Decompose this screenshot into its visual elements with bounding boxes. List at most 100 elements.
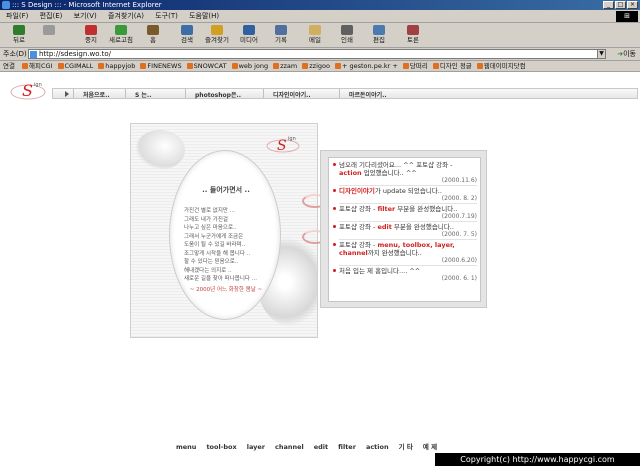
address-bar: 주소(D) http://sdesign.wo.to/ ▼ ➔이동 [0, 48, 640, 61]
go-button[interactable]: ➔이동 [617, 48, 636, 60]
toolbar-button-6[interactable]: 즐겨찾기 [202, 25, 232, 47]
toolbar-button-7[interactable]: 미디어 [234, 25, 264, 47]
news-text-rest: 까지 완성했습니다.. [367, 249, 422, 257]
nav-item-photoshop[interactable]: photoshop은.. [195, 90, 241, 99]
stop-icon [85, 25, 97, 35]
link-page-icon [302, 63, 309, 69]
intro-line: 그래서 누군가에게 조금은 [184, 233, 244, 240]
link-item[interactable]: 디자인 정글 [432, 61, 472, 71]
menu-file[interactable]: 파일(F) [6, 12, 28, 20]
footer-menu-item[interactable]: action [366, 443, 389, 451]
link-page-icon [334, 63, 341, 69]
toolbar-button-label: 미디어 [240, 36, 258, 44]
menu-favorites[interactable]: 즐겨찾기(A) [108, 12, 144, 20]
link-item[interactable]: CGIMALL [57, 61, 93, 71]
link-item[interactable]: FINENEWS [140, 61, 182, 71]
toolbar-button-label: 뒤로 [13, 36, 25, 44]
news-highlight[interactable]: edit [377, 223, 391, 231]
link-item[interactable]: SNOWCAT [186, 61, 227, 71]
link-page-icon [273, 63, 280, 69]
news-item: 포토샵 강좌 - menu, toolbox, layer, channel까지… [332, 241, 477, 266]
toolbar-button-11[interactable]: 편집 [364, 25, 394, 47]
news-text-rest: 부분을 완성했습니다.. [395, 205, 458, 213]
news-highlight[interactable]: filter [377, 205, 395, 213]
news-item: 디자인이야기가 update 되었습니다.. (2000. 8. 2) [332, 187, 477, 204]
news-date: (2000.11.6) [339, 177, 477, 186]
bullet-icon [333, 207, 336, 210]
news-highlight[interactable]: action [339, 169, 362, 177]
toolbar-button-0[interactable]: 뒤로 [4, 25, 34, 47]
link-label: FINENEWS [147, 62, 182, 70]
link-page-icon [186, 63, 193, 69]
ie-logo-icon [2, 1, 10, 9]
maximize-button[interactable]: □ [615, 1, 626, 9]
link-item[interactable]: happyjob [98, 61, 136, 71]
page-icon [30, 51, 37, 58]
menu-tools[interactable]: 도구(T) [155, 12, 178, 20]
favorites-icon [211, 25, 223, 35]
footer-menu-item[interactable]: edit [314, 443, 328, 451]
intro-line: 도움이 될 수 있길 바라며.. [184, 242, 246, 248]
address-url: http://sdesign.wo.to/ [39, 50, 112, 58]
intro-signature: ~ 2000년 어느 화창한 봄날 ~ [189, 287, 263, 293]
menu-help[interactable]: 도움말(H) [189, 12, 219, 20]
link-item[interactable]: zzigoo [302, 61, 330, 71]
footer-menu-item[interactable]: filter [338, 443, 356, 451]
link-label: zzigoo [309, 62, 330, 70]
nav-item-home[interactable]: 처음으로.. [83, 90, 110, 99]
bullet-icon [333, 225, 336, 228]
nav-item-story[interactable]: 마르돈이야기.. [349, 90, 387, 99]
footer-menu-item[interactable]: layer [247, 443, 265, 451]
link-label: + geston.pe.kr + [341, 62, 398, 70]
address-label: 주소(D) [3, 50, 27, 58]
link-item[interactable]: 해피CGI [22, 61, 53, 71]
link-page-icon [432, 63, 439, 69]
toolbar-button-10[interactable]: 인쇄 [332, 25, 362, 47]
nav-item-s[interactable]: S 는.. [135, 90, 152, 99]
link-page-icon [231, 63, 238, 69]
news-text: 포토샵 강좌 - [339, 223, 378, 231]
link-item[interactable]: 웹데이미지닷컴 [476, 61, 526, 71]
link-label: 당떠리 [409, 62, 428, 70]
links-label: 연결 [3, 62, 15, 70]
nav-item-design[interactable]: 디자인이야기.. [273, 90, 311, 99]
menu-edit[interactable]: 편집(E) [40, 12, 63, 20]
news-date: (2000. 7. 5) [339, 231, 477, 240]
toolbar-button-2[interactable]: 중지 [76, 25, 106, 47]
toolbar-button-label: 즐겨찾기 [205, 36, 229, 44]
toolbar-button-4[interactable]: 홈 [138, 25, 168, 47]
address-dropdown-button[interactable]: ▼ [597, 49, 606, 59]
intro-text: 가진건 별로 없지만 ... 그래도 내가 가진걸 나누고 싶은 마음으로.. 그래서… [184, 207, 272, 284]
toolbar-button-9[interactable]: 메일 [300, 25, 330, 47]
toolbar-button-3[interactable]: 새로고침 [106, 25, 136, 47]
mail-icon [309, 25, 321, 35]
logo-letter: S [22, 81, 33, 100]
window-title-bar: ::: S Design ::: - Microsoft Internet Ex… [0, 0, 640, 10]
link-item[interactable]: + geston.pe.kr + [334, 61, 398, 71]
footer-menu-item[interactable]: 예 제 [423, 443, 437, 451]
news-highlight[interactable]: 디자인이야기 [339, 187, 375, 195]
minimize-button[interactable]: _ [603, 1, 614, 9]
footer-menu-item[interactable]: 기 타 [399, 443, 413, 451]
footer-menu-item[interactable]: channel [275, 443, 304, 451]
toolbar-button-8[interactable]: 기록 [266, 25, 296, 47]
footer-menu-item[interactable]: tool-box [206, 443, 236, 451]
toolbar-button-12[interactable]: 토론 [398, 25, 428, 47]
toolbar-button-label: 기록 [275, 36, 287, 44]
link-item[interactable]: web jong [231, 61, 268, 71]
link-item[interactable]: zzam [273, 61, 297, 71]
link-page-icon [140, 63, 147, 69]
toolbar: 뒤로 중지 새로고침 홈 검색 즐겨찾기 미디어 기록 메일 인쇄 편집 토론 [0, 23, 640, 48]
nav-arrow-icon [65, 91, 69, 97]
toolbar-button-1[interactable] [34, 25, 64, 47]
close-button[interactable]: × [627, 1, 638, 9]
link-item[interactable]: 당떠리 [402, 61, 428, 71]
link-label: happyjob [105, 62, 136, 70]
toolbar-button-5[interactable]: 검색 [172, 25, 202, 47]
footer-menu-item[interactable]: menu [176, 443, 196, 451]
link-page-icon [98, 63, 105, 69]
site-nav: 처음으로.. S 는.. photoshop은.. 디자인이야기.. 마르돈이야… [52, 88, 638, 99]
site-logo[interactable]: S ign [8, 78, 50, 102]
address-input[interactable]: http://sdesign.wo.to/ [28, 49, 606, 59]
menu-view[interactable]: 보기(V) [74, 12, 97, 20]
